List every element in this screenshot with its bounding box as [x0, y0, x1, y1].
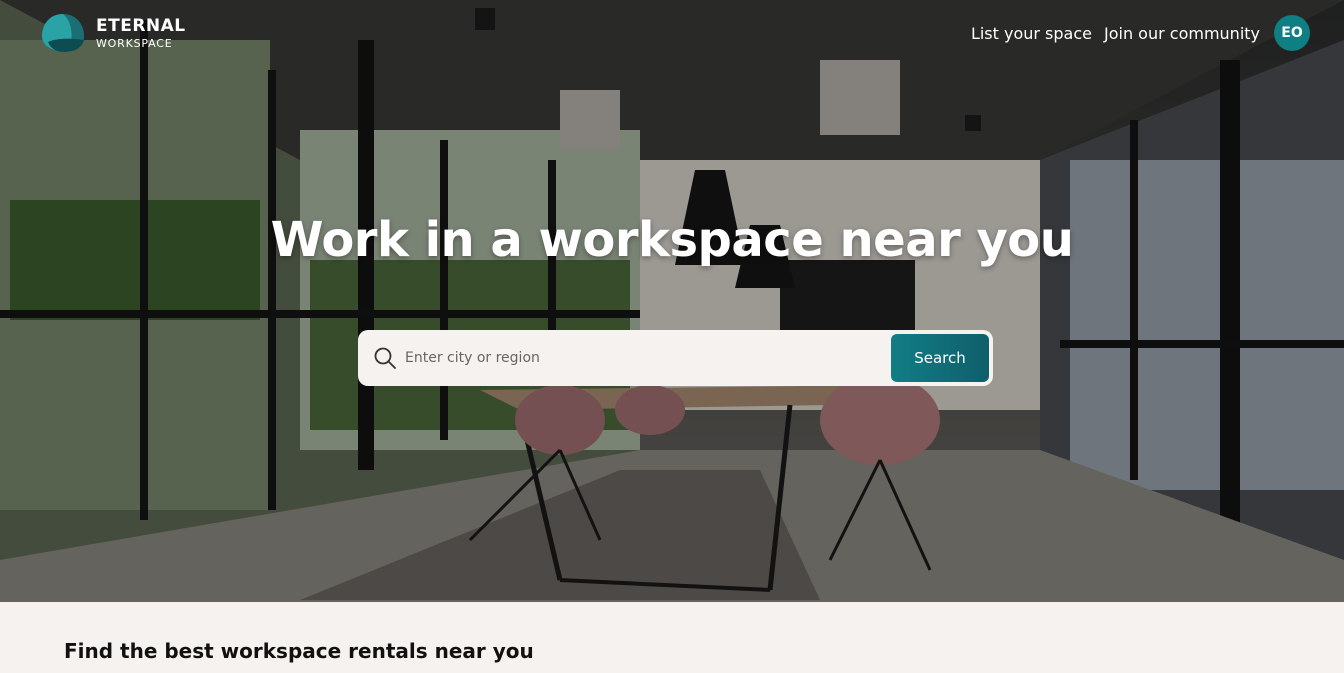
hero-headline: Work in a workspace near you — [270, 212, 1074, 268]
listings-section: Find the best workspace rentals near you — [0, 602, 1344, 673]
logo-subname: WORKSPACE — [96, 36, 173, 50]
top-navigation-bar: ETERNAL WORKSPACE List your space Join o… — [0, 0, 1344, 64]
location-search-bar: Search — [358, 330, 993, 386]
hero-section: ETERNAL WORKSPACE List your space Join o… — [0, 0, 1344, 602]
nav-link-list-your-space[interactable]: List your space — [971, 24, 1092, 43]
search-button[interactable]: Search — [891, 334, 989, 382]
nav-link-join-community[interactable]: Join our community — [1104, 24, 1260, 43]
logo-mark-icon — [42, 14, 84, 52]
location-search-input[interactable] — [403, 337, 891, 379]
brand-logo[interactable]: ETERNAL WORKSPACE — [40, 12, 186, 54]
section-title: Find the best workspace rentals near you — [64, 639, 534, 663]
header-nav: List your space Join our community EO — [971, 15, 1310, 51]
search-icon — [374, 347, 396, 369]
hero-dark-overlay — [0, 0, 1344, 602]
logo-name: ETERNAL — [96, 15, 186, 36]
user-avatar[interactable]: EO — [1274, 15, 1310, 51]
logo-wordmark: ETERNAL WORKSPACE — [96, 15, 186, 50]
